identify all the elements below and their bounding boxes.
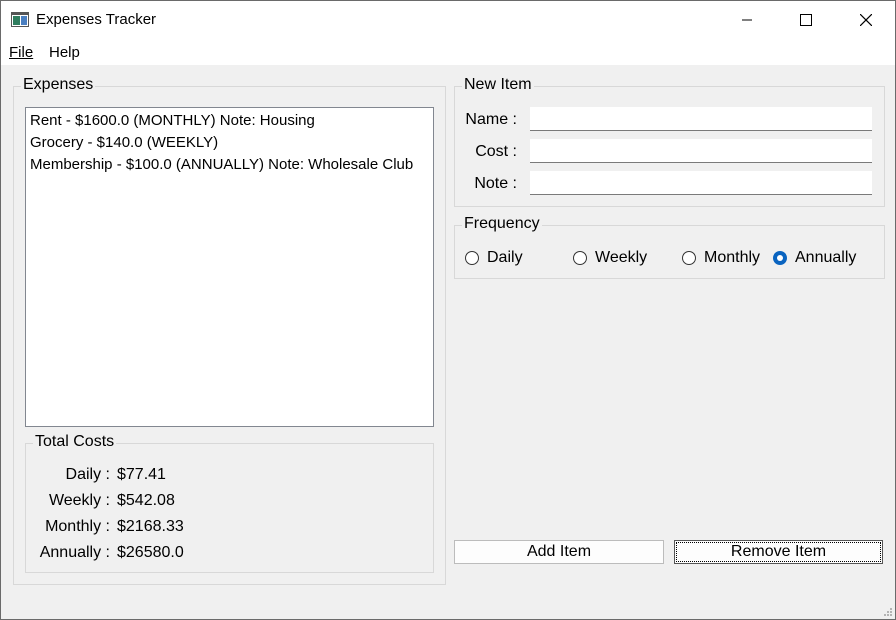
menu-bar: File Help: [1, 39, 895, 65]
total-daily-value: $77.41: [117, 466, 166, 483]
name-field[interactable]: [530, 107, 872, 131]
menu-help[interactable]: Help: [49, 44, 80, 61]
total-daily-label: Daily :: [65, 466, 110, 483]
total-weekly-value: $542.08: [117, 492, 175, 509]
total-daily-row: Daily : $77.41: [1, 466, 896, 488]
name-label: Name :: [465, 111, 517, 128]
radio-weekly-indicator: [573, 251, 587, 265]
add-item-button[interactable]: Add Item: [454, 540, 664, 564]
radio-weekly-label: Weekly: [595, 249, 648, 266]
new-item-title: New Item: [462, 76, 534, 94]
radio-daily-label: Daily: [487, 249, 523, 266]
main-window: Expenses Tracker File Help Expenses Rent…: [0, 0, 896, 620]
menu-file[interactable]: File: [9, 44, 33, 61]
close-icon: [860, 14, 872, 26]
app-icon: [11, 12, 29, 27]
radio-weekly[interactable]: Weekly: [573, 249, 647, 267]
close-button[interactable]: [837, 1, 895, 39]
radio-monthly-indicator: [682, 251, 696, 265]
radio-daily[interactable]: Daily: [465, 249, 523, 267]
minimize-icon: [742, 19, 752, 21]
radio-daily-indicator: [465, 251, 479, 265]
remove-item-button[interactable]: Remove Item: [674, 540, 883, 564]
frequency-title: Frequency: [462, 215, 542, 233]
maximize-button[interactable]: [777, 1, 835, 39]
cost-field[interactable]: [530, 139, 872, 163]
radio-annually-indicator: [773, 251, 787, 265]
radio-annually-label: Annually: [795, 249, 857, 266]
list-item[interactable]: Membership - $100.0 (ANNUALLY) Note: Who…: [26, 154, 433, 176]
note-label: Note :: [474, 175, 517, 192]
total-weekly-label: Weekly :: [48, 492, 110, 509]
cost-label: Cost :: [475, 143, 517, 160]
minimize-button[interactable]: [718, 1, 776, 39]
maximize-icon: [800, 14, 812, 26]
total-costs-title: Total Costs: [33, 433, 117, 451]
list-item[interactable]: Grocery - $140.0 (WEEKLY): [26, 132, 433, 154]
total-monthly-label: Monthly :: [45, 518, 110, 535]
expenses-list[interactable]: Rent - $1600.0 (MONTHLY) Note: Housing G…: [25, 107, 434, 427]
title-bar[interactable]: Expenses Tracker: [1, 1, 895, 39]
list-item[interactable]: Rent - $1600.0 (MONTHLY) Note: Housing: [26, 110, 433, 132]
total-monthly-value: $2168.33: [117, 518, 184, 535]
total-annually-value: $26580.0: [117, 544, 184, 561]
radio-annually[interactable]: Annually: [773, 249, 856, 267]
total-weekly-row: Weekly : $542.08: [1, 492, 896, 514]
window-title: Expenses Tracker: [36, 11, 157, 28]
expenses-group-title: Expenses: [21, 76, 96, 94]
total-annually-label: Annually :: [39, 544, 110, 561]
radio-monthly[interactable]: Monthly: [682, 249, 760, 267]
menu-file-label: File: [9, 44, 34, 61]
resize-grip-icon[interactable]: [883, 607, 893, 617]
note-field[interactable]: [530, 171, 872, 195]
total-monthly-row: Monthly : $2168.33: [1, 518, 896, 540]
radio-monthly-label: Monthly: [704, 249, 761, 266]
